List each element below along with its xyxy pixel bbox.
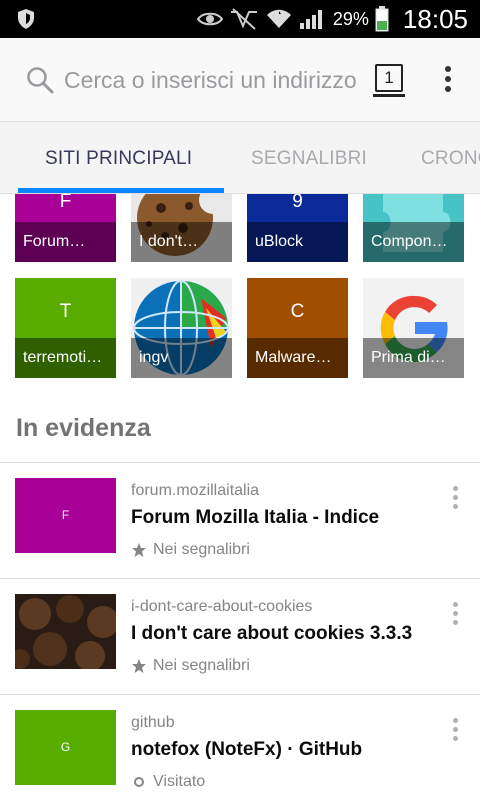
url-bar: Cerca o inserisci un indirizzo 1 [0,38,480,122]
highlight-status: Visitato [131,773,205,791]
tile-caption: uBlock [247,222,348,262]
highlight-thumb [15,594,116,669]
top-site-tile[interactable]: I don't… [131,194,232,262]
tile-caption: Prima di… [363,338,464,378]
highlights-heading: In evidenza [16,414,151,442]
tile-caption: Malware… [247,338,348,378]
tile-letter: C [290,301,305,322]
highlight-title: Forum Mozilla Italia - Indice [131,507,380,528]
battery-percent: 29% [332,8,369,29]
clock: 18:05 [402,3,468,34]
highlight-title: I don't care about cookies 3.3.3 [131,623,413,644]
eye-icon [196,12,223,26]
tab-history[interactable]: CRONOLOGIA [421,148,480,170]
cookies-photo [15,594,116,669]
star-icon [132,659,146,673]
shield-icon [18,9,34,29]
tile-caption: ingv [131,338,232,378]
top-sites-grid: F Forum… I don't… 9 uBlock Compon… T ter… [0,194,480,390]
tabs-underline [373,94,405,97]
more-vertical-icon[interactable] [450,486,460,516]
signal-icon [299,10,322,29]
status-bar: 29% 18:05 [0,0,480,38]
tile-caption: I don't… [131,222,232,262]
tabs-counter-button[interactable]: 1 [373,62,405,97]
highlight-status-label: Nei segnalibri [153,657,250,674]
highlight-status: Nei segnalibri [131,541,250,559]
battery-icon [375,6,389,32]
tile-caption: terremoti… [15,338,116,378]
highlight-item[interactable]: F forum.mozillaitalia Forum Mozilla Ital… [0,463,480,579]
highlight-item[interactable]: G github notefox (NoteFx) · GitHub Visit… [0,695,480,811]
highlight-domain: forum.mozillaitalia [131,482,260,499]
top-site-tile[interactable]: F Forum… [15,194,116,262]
more-vertical-icon[interactable] [440,66,456,94]
highlight-item[interactable]: i-dont-care-about-cookies I don't care a… [0,579,480,695]
tab-top-sites[interactable]: SITI PRINCIPALI [45,148,192,170]
top-site-tile[interactable]: Prima di… [363,278,464,378]
search-icon [27,67,54,94]
url-input[interactable]: Cerca o inserisci un indirizzo [64,62,358,98]
highlight-thumb: G [15,710,116,785]
tile-caption: Forum… [15,222,116,262]
highlight-status: Nei segnalibri [131,657,250,675]
nfc-mute-icon [230,8,257,30]
tab-count: 1 [375,64,403,92]
wifi-icon [266,9,291,28]
top-site-tile[interactable]: C Malware… [247,278,348,378]
highlight-status-label: Visitato [153,773,206,790]
tile-letter: T [59,301,72,322]
top-site-tile[interactable]: 9 uBlock [247,194,348,262]
history-dot-icon [134,777,144,787]
more-vertical-icon[interactable] [450,718,460,748]
top-site-tile[interactable]: T terremoti… [15,278,116,378]
highlight-domain: github [131,714,175,731]
tile-caption: Compon… [363,222,464,262]
star-icon [132,543,146,557]
home-panel-tabs: SITI PRINCIPALI SEGNALIBRI CRONOLOGIA [0,122,480,194]
top-site-tile[interactable]: ingv [131,278,232,378]
active-tab-indicator [18,188,224,193]
tab-bookmarks[interactable]: SEGNALIBRI [251,148,367,170]
more-vertical-icon[interactable] [450,602,460,632]
top-site-tile[interactable]: Compon… [363,194,464,262]
highlight-status-label: Nei segnalibri [153,541,250,558]
highlight-domain: i-dont-care-about-cookies [131,598,313,615]
highlight-title: notefox (NoteFx) · GitHub [131,739,363,760]
highlight-thumb: F [15,478,116,553]
